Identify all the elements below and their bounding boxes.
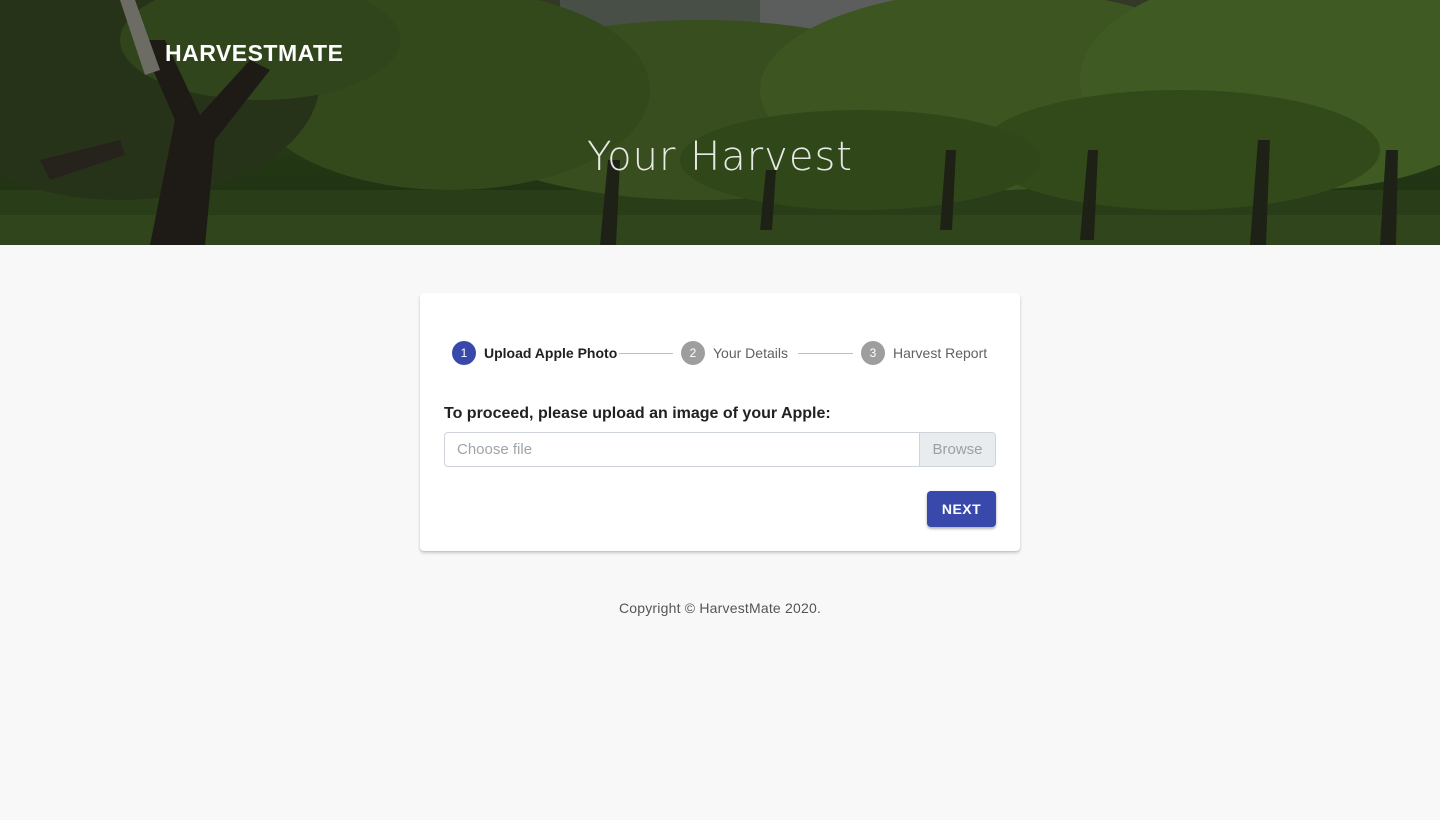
footer-copyright: Copyright © HarvestMate 2020. [618, 600, 822, 616]
step-number-badge: 2 [681, 341, 705, 365]
step-harvest-report: 3 Harvest Report [861, 341, 987, 365]
file-input-placeholder[interactable]: Choose file [445, 433, 919, 466]
browse-button[interactable]: Browse [919, 433, 995, 466]
step-label: Upload Apple Photo [484, 345, 618, 361]
step-your-details: 2 Your Details [681, 341, 788, 365]
step-label: Harvest Report [893, 345, 988, 361]
step-number-badge: 1 [452, 341, 476, 365]
hero-overlay [0, 0, 1440, 245]
page-title: Your Harvest [587, 134, 853, 180]
step-label: Your Details [713, 345, 788, 361]
step-upload-apple-photo: 1 Upload Apple Photo [452, 341, 617, 365]
step-number-badge: 3 [861, 341, 885, 365]
step-connector [619, 353, 673, 354]
next-button[interactable]: NEXT [927, 491, 996, 527]
brand-logo-text[interactable]: HARVESTMATE [165, 40, 343, 67]
upload-card: 1 Upload Apple Photo 2 Your Details 3 Ha… [420, 293, 1020, 551]
stepper: 1 Upload Apple Photo 2 Your Details 3 Ha… [452, 341, 992, 365]
step-connector [798, 353, 853, 354]
file-upload-input[interactable]: Choose file Browse [444, 432, 996, 467]
hero-banner: HARVESTMATE Your Harvest [0, 0, 1440, 245]
upload-prompt: To proceed, please upload an image of yo… [444, 405, 831, 422]
